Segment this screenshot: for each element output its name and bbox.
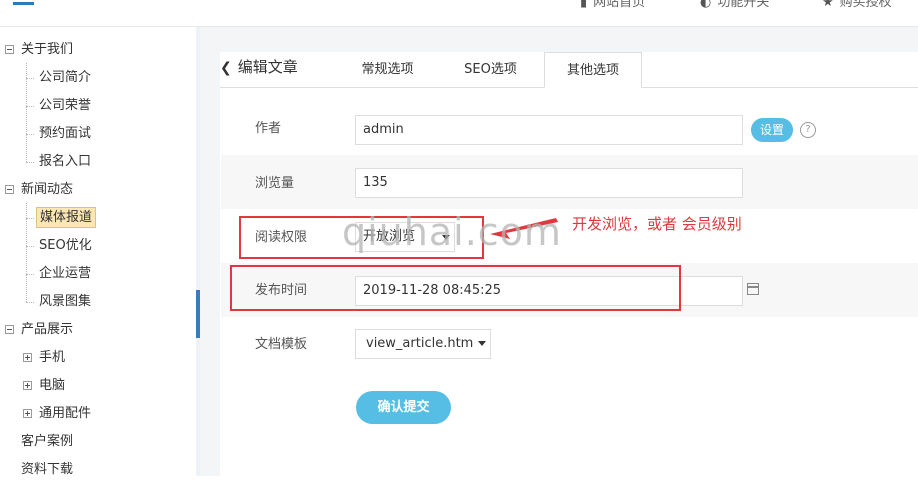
tree-line: [26, 78, 34, 80]
chevron-left-icon: ❮: [220, 60, 232, 76]
tab-general[interactable]: 常规选项: [340, 52, 435, 88]
calendar-icon[interactable]: [747, 283, 759, 295]
collapse-icon[interactable]: [5, 325, 14, 334]
author-label: 作者: [255, 121, 282, 136]
tree-line: [26, 302, 34, 304]
collapse-icon[interactable]: [5, 45, 14, 54]
nav-buy-license[interactable]: ★ 购买授权: [822, 0, 892, 10]
chevron-down-icon: [478, 341, 486, 346]
sidebar-group-cases[interactable]: 客户案例: [21, 428, 73, 456]
expand-icon[interactable]: [23, 353, 32, 362]
template-select[interactable]: view_article.htm: [355, 329, 491, 359]
sidebar-item-seo[interactable]: SEO优化: [39, 232, 92, 260]
tree-line: [26, 106, 34, 108]
home-icon: ▮: [580, 0, 588, 10]
author-settings-button[interactable]: 设置: [751, 118, 793, 142]
sidebar-item-operations[interactable]: 企业运营: [39, 260, 91, 288]
back-button[interactable]: ❮ 编辑文章: [220, 52, 298, 86]
top-header: ▮ 网站首页 ◐ 功能开关 ★ 购买授权: [0, 0, 918, 27]
submit-button[interactable]: 确认提交: [356, 391, 451, 424]
toggle-icon: ◐: [700, 0, 712, 10]
nav-feature-switch[interactable]: ◐ 功能开关: [700, 0, 769, 10]
watermark: qiuhai.com: [342, 210, 562, 254]
template-label: 文档模板: [255, 337, 308, 352]
sidebar-item-gallery[interactable]: 风景图集: [39, 288, 91, 316]
sidebar-item-interview[interactable]: 预约面试: [39, 120, 91, 148]
tree-line: [26, 162, 34, 164]
highlight-box-publish-time: [230, 265, 681, 311]
sidebar-item-company-honors[interactable]: 公司荣誉: [39, 92, 91, 120]
tab-seo[interactable]: SEO选项: [443, 52, 538, 88]
author-input[interactable]: admin: [355, 115, 743, 145]
nav-home[interactable]: ▮ 网站首页: [580, 0, 645, 10]
form-row-template: [221, 317, 918, 371]
tree-line: [26, 274, 34, 276]
sidebar-item-signup[interactable]: 报名入口: [39, 148, 91, 176]
views-input[interactable]: 135: [355, 168, 743, 198]
sidebar-item-company-profile[interactable]: 公司简介: [39, 64, 91, 92]
collapse-icon[interactable]: [5, 185, 14, 194]
expand-icon[interactable]: [23, 409, 32, 418]
menu-toggle-icon[interactable]: [13, 2, 34, 5]
help-icon[interactable]: ?: [800, 122, 816, 138]
sidebar-item-media[interactable]: 媒体报道: [36, 204, 97, 232]
tree-line: [26, 134, 34, 136]
sidebar-group-downloads[interactable]: 资料下载: [21, 456, 73, 484]
tab-other[interactable]: 其他选项: [544, 52, 642, 88]
views-label: 浏览量: [255, 176, 295, 191]
expand-icon[interactable]: [23, 381, 32, 390]
annotation-note: 开发浏览，或者 会员级别: [572, 215, 742, 233]
tree-line: [26, 218, 34, 220]
star-icon: ★: [822, 0, 834, 10]
tree-line: [26, 246, 34, 248]
